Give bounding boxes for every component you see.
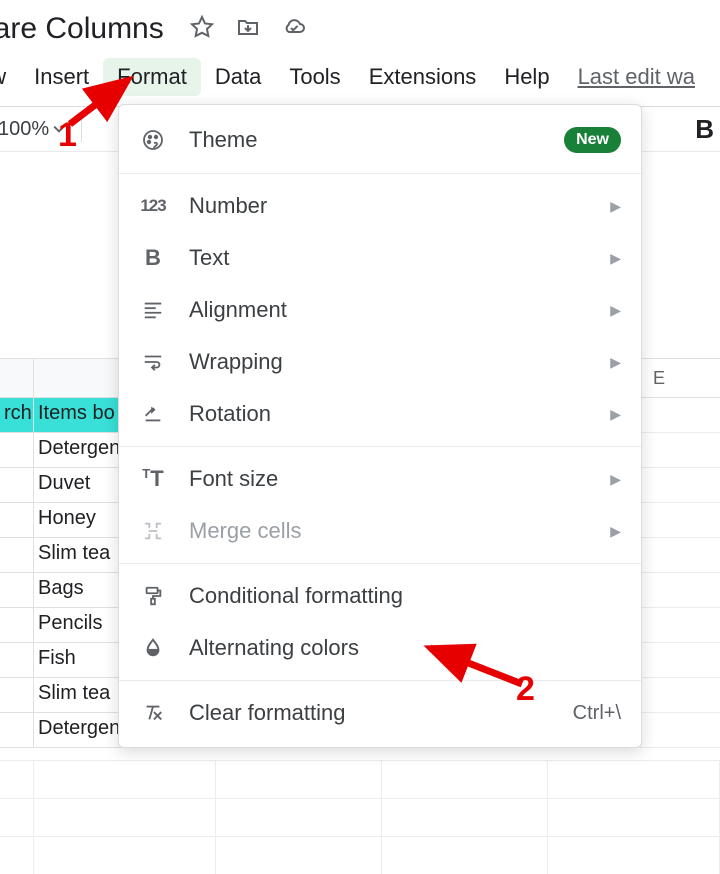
bold-icon: B xyxy=(139,245,167,271)
menu-item-label: Number xyxy=(189,193,610,219)
menu-extensions[interactable]: Extensions xyxy=(355,58,491,96)
zoom-dropdown[interactable]: 100% xyxy=(0,118,75,141)
menu-bar: ew Insert Format Data Tools Extensions H… xyxy=(0,58,720,104)
menu-separator xyxy=(119,173,641,174)
number-icon: 123 xyxy=(139,196,167,216)
chevron-right-icon: ▶ xyxy=(610,406,621,423)
chevron-right-icon: ▶ xyxy=(610,250,621,267)
menu-item-label: Conditional formatting xyxy=(189,583,621,609)
chevron-down-icon xyxy=(53,123,65,135)
menu-item-label: Rotation xyxy=(189,401,610,427)
star-icon[interactable] xyxy=(190,15,214,44)
wrap-icon xyxy=(139,351,167,373)
menu-merge-cells: Merge cells ▶ xyxy=(119,505,641,557)
cloud-saved-icon xyxy=(282,15,306,44)
font-size-icon: TT xyxy=(139,466,167,492)
menu-font-size[interactable]: TT Font size ▶ xyxy=(119,453,641,505)
menu-clear-formatting[interactable]: Clear formatting Ctrl+\ xyxy=(119,687,641,739)
cell[interactable] xyxy=(0,433,34,468)
menu-item-label: Font size xyxy=(189,466,610,492)
menu-format[interactable]: Format xyxy=(103,58,201,96)
cell[interactable] xyxy=(0,538,34,573)
chevron-right-icon: ▶ xyxy=(610,523,621,540)
menu-tools[interactable]: Tools xyxy=(275,58,354,96)
chevron-right-icon: ▶ xyxy=(610,354,621,371)
cell[interactable] xyxy=(0,503,34,538)
last-edit-link[interactable]: Last edit wa xyxy=(578,64,695,90)
menu-view[interactable]: ew xyxy=(0,58,20,96)
palette-icon xyxy=(139,128,167,152)
menu-alignment[interactable]: Alignment ▶ xyxy=(119,284,641,336)
menu-rotation[interactable]: Rotation ▶ xyxy=(119,388,641,440)
menu-text[interactable]: B Text ▶ xyxy=(119,232,641,284)
cell[interactable] xyxy=(0,713,34,748)
menu-separator xyxy=(119,680,641,681)
menu-separator xyxy=(119,446,641,447)
cell[interactable] xyxy=(0,573,34,608)
cell[interactable] xyxy=(0,678,34,713)
menu-insert[interactable]: Insert xyxy=(20,58,103,96)
document-title[interactable]: mpare Columns xyxy=(0,12,164,46)
select-all-corner[interactable] xyxy=(0,358,34,398)
new-badge: New xyxy=(564,127,621,153)
menu-conditional-formatting[interactable]: Conditional formatting xyxy=(119,570,641,622)
column-header-e[interactable]: E xyxy=(640,358,720,398)
menu-item-label: Theme xyxy=(189,127,564,153)
menu-separator xyxy=(119,563,641,564)
rotation-icon xyxy=(139,403,167,425)
menu-item-label: Wrapping xyxy=(189,349,610,375)
menu-alternating-colors[interactable]: Alternating colors xyxy=(119,622,641,674)
menu-help[interactable]: Help xyxy=(490,58,563,96)
menu-item-label: Text xyxy=(189,245,610,271)
menu-item-label: Merge cells xyxy=(189,518,610,544)
menu-theme[interactable]: Theme New xyxy=(119,113,641,167)
cell[interactable] xyxy=(0,468,34,503)
clear-format-icon xyxy=(139,702,167,724)
chevron-right-icon: ▶ xyxy=(610,198,621,215)
menu-item-label: Clear formatting xyxy=(189,700,573,726)
menu-item-label: Alignment xyxy=(189,297,610,323)
grid-lines xyxy=(0,760,720,874)
zoom-value: 100% xyxy=(0,118,49,141)
align-icon xyxy=(139,299,167,321)
toolbar-divider xyxy=(81,116,82,142)
format-dropdown: Theme New 123 Number ▶ B Text ▶ Alignmen… xyxy=(118,104,642,748)
cell[interactable]: rch. xyxy=(0,398,34,433)
move-to-folder-icon[interactable] xyxy=(236,15,260,44)
menu-data[interactable]: Data xyxy=(201,58,275,96)
menu-number[interactable]: 123 Number ▶ xyxy=(119,180,641,232)
paint-roller-icon xyxy=(139,585,167,607)
chevron-right-icon: ▶ xyxy=(610,471,621,488)
merge-icon xyxy=(139,520,167,542)
cell[interactable] xyxy=(0,643,34,678)
chevron-right-icon: ▶ xyxy=(610,302,621,319)
keyboard-shortcut: Ctrl+\ xyxy=(573,702,621,725)
menu-item-label: Alternating colors xyxy=(189,635,621,661)
cell[interactable] xyxy=(0,608,34,643)
bold-button[interactable]: B xyxy=(695,114,714,145)
droplet-icon xyxy=(139,637,167,659)
menu-wrapping[interactable]: Wrapping ▶ xyxy=(119,336,641,388)
grid-lines xyxy=(640,398,720,748)
